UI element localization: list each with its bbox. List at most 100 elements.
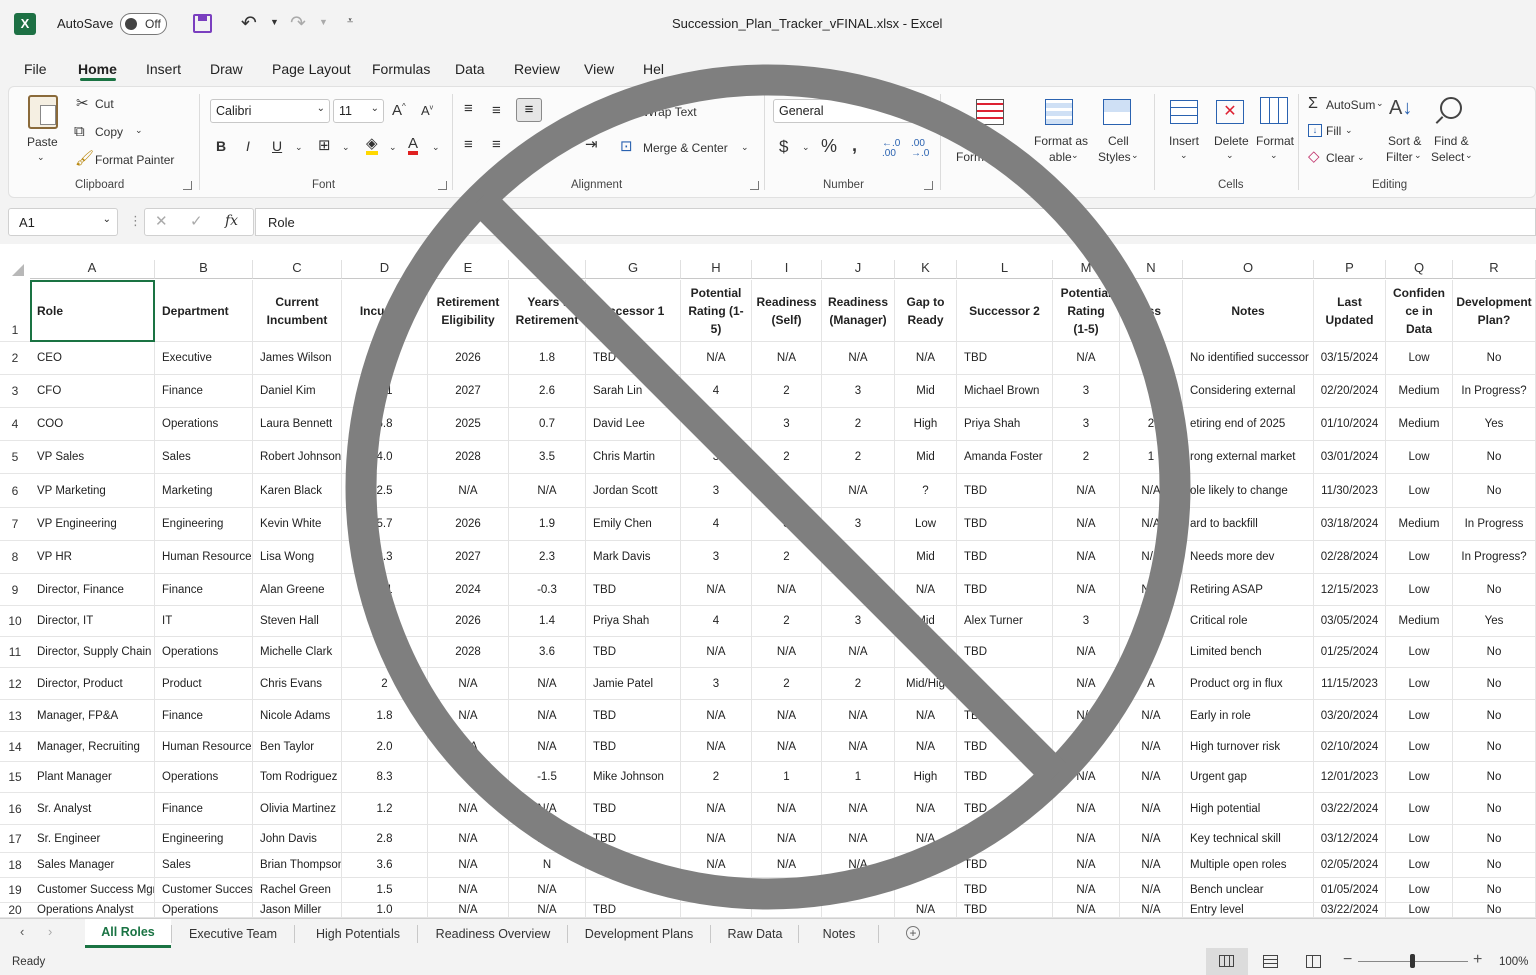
align-bottom-icon[interactable]: ≡ bbox=[516, 98, 542, 122]
table-cell[interactable]: Low bbox=[1386, 878, 1453, 903]
table-cell[interactable]: N/A bbox=[1053, 474, 1120, 508]
table-cell[interactable]: N/A bbox=[895, 793, 957, 825]
table-cell[interactable]: N/A bbox=[681, 342, 752, 375]
sheet-tab[interactable]: Development Plans bbox=[568, 919, 710, 948]
column-header[interactable]: N bbox=[1120, 260, 1183, 279]
table-cell[interactable]: N/A bbox=[895, 732, 957, 762]
table-cell[interactable]: Jamie Patel bbox=[586, 668, 681, 700]
currency-dropdown-icon[interactable]: ⌄ bbox=[802, 143, 810, 152]
table-cell[interactable]: Customer Success Mgr bbox=[30, 878, 155, 903]
table-cell[interactable]: 2026 bbox=[428, 606, 509, 637]
table-cell[interactable]: Sr. Analyst bbox=[30, 793, 155, 825]
table-cell[interactable]: N/A bbox=[822, 474, 895, 508]
table-cell[interactable]: N/ bbox=[1120, 342, 1183, 375]
copy-icon[interactable]: ⧉ bbox=[74, 124, 85, 139]
autosum-dropdown-icon[interactable]: ⌄ bbox=[1376, 99, 1384, 108]
table-cell[interactable]: N/A bbox=[681, 878, 752, 903]
undo-dropdown-icon[interactable]: ▼ bbox=[270, 18, 279, 27]
table-cell[interactable]: Robert Johnson bbox=[253, 441, 342, 474]
column-header[interactable]: E bbox=[428, 260, 509, 279]
table-cell[interactable]: 03/20/2024 bbox=[1314, 700, 1386, 732]
sort-filter-label-1[interactable]: Sort & bbox=[1388, 134, 1421, 148]
table-cell[interactable]: 1.0 bbox=[342, 903, 428, 918]
cell-styles-label-2[interactable]: Styles bbox=[1098, 150, 1131, 164]
table-cell[interactable]: N/A bbox=[895, 700, 957, 732]
decrease-decimal-icon[interactable]: .00 →.0 bbox=[911, 139, 929, 159]
wrap-text-button[interactable]: Wrap Text bbox=[643, 105, 697, 119]
table-cell[interactable]: 1.4 bbox=[509, 606, 586, 637]
table-cell[interactable]: 2027 bbox=[428, 375, 509, 408]
row-header[interactable]: 2 bbox=[0, 342, 30, 375]
zoom-in-icon[interactable]: + bbox=[1473, 952, 1482, 968]
column-header[interactable]: D bbox=[342, 260, 428, 279]
table-cell[interactable]: CEO bbox=[30, 342, 155, 375]
row-header[interactable]: 17 bbox=[0, 825, 30, 853]
table-cell[interactable]: 3 bbox=[1053, 408, 1120, 441]
table-cell[interactable] bbox=[822, 541, 895, 574]
customize-toolbar-icon[interactable]: ⩡ bbox=[347, 16, 353, 27]
table-cell[interactable]: 4 bbox=[681, 606, 752, 637]
table-cell[interactable]: Operations bbox=[155, 762, 253, 793]
table-cell[interactable]: N/A bbox=[1053, 903, 1120, 918]
add-sheet-icon[interactable]: + bbox=[906, 926, 920, 940]
decrease-font-icon[interactable]: Av bbox=[421, 104, 433, 117]
table-cell[interactable]: 3 bbox=[681, 441, 752, 474]
table-cell[interactable]: 03/22/2024 bbox=[1314, 793, 1386, 825]
column-header[interactable]: L bbox=[957, 260, 1053, 279]
table-cell[interactable]: TBD bbox=[957, 732, 1053, 762]
table-cell[interactable]: 3 bbox=[752, 408, 822, 441]
table-cell[interactable]: ole likely to change bbox=[1183, 474, 1314, 508]
merge-center-icon[interactable]: ⊡ bbox=[620, 139, 633, 154]
format-painter-button[interactable]: Format Painter bbox=[95, 153, 174, 167]
zoom-level[interactable]: 100% bbox=[1499, 956, 1528, 968]
table-cell[interactable]: Sr. Engineer bbox=[30, 825, 155, 853]
table-cell[interactable]: No bbox=[1453, 903, 1536, 918]
table-cell[interactable]: Sales bbox=[155, 853, 253, 878]
table-cell[interactable]: Jordan Scott bbox=[586, 474, 681, 508]
comma-style-icon[interactable]: , bbox=[852, 136, 857, 154]
table-cell[interactable]: Manager, FP&A bbox=[30, 700, 155, 732]
table-cell[interactable]: 2027 bbox=[428, 541, 509, 574]
sheet-tab[interactable]: Readiness Overview bbox=[419, 919, 567, 948]
font-color-dropdown-icon[interactable]: ⌄ bbox=[432, 143, 440, 152]
table-cell[interactable]: 3.5 bbox=[509, 441, 586, 474]
conditional-formatting-label-2[interactable]: Formatti bbox=[956, 150, 1000, 164]
table-cell[interactable]: 3 bbox=[1053, 606, 1120, 637]
header-cell[interactable]: Gap to Ready bbox=[895, 280, 957, 342]
table-cell[interactable]: Executive bbox=[155, 342, 253, 375]
clipboard-launcher-icon[interactable] bbox=[183, 181, 192, 190]
underline-icon[interactable]: U bbox=[272, 139, 282, 153]
table-cell[interactable]: Product org in flux bbox=[1183, 668, 1314, 700]
table-cell[interactable]: Priya Shah bbox=[586, 606, 681, 637]
table-cell[interactable]: N/A bbox=[822, 853, 895, 878]
tab-review[interactable]: Review bbox=[514, 61, 560, 77]
cancel-icon[interactable]: ✕ bbox=[155, 214, 168, 229]
table-cell[interactable]: Michael Brown bbox=[957, 375, 1053, 408]
sheet-tab[interactable]: Notes bbox=[800, 919, 878, 948]
table-cell[interactable]: TBD bbox=[586, 903, 681, 918]
table-cell[interactable] bbox=[957, 668, 1053, 700]
save-icon[interactable] bbox=[193, 14, 212, 33]
header-cell[interactable]: uccessor 1 bbox=[586, 280, 681, 342]
table-cell[interactable]: N/A bbox=[509, 700, 586, 732]
table-cell[interactable]: Low bbox=[1386, 700, 1453, 732]
borders-dropdown-icon[interactable]: ⌄ bbox=[342, 143, 350, 152]
increase-font-icon[interactable]: A^ bbox=[392, 103, 406, 119]
table-cell[interactable]: Finance bbox=[155, 375, 253, 408]
table-cell[interactable]: N/A bbox=[681, 793, 752, 825]
table-cell[interactable]: Low bbox=[1386, 825, 1453, 853]
copy-dropdown-icon[interactable]: ⌄ bbox=[135, 126, 143, 135]
table-cell[interactable]: Engineering bbox=[155, 508, 253, 541]
column-header[interactable]: G bbox=[586, 260, 681, 279]
row-header[interactable]: 20 bbox=[0, 903, 30, 918]
table-cell[interactable]: Low bbox=[895, 508, 957, 541]
table-cell[interactable]: Low bbox=[1386, 342, 1453, 375]
table-cell[interactable]: etiring end of 2025 bbox=[1183, 408, 1314, 441]
table-cell[interactable]: Director, IT bbox=[30, 606, 155, 637]
font-size-dropdown[interactable]: 11 ⌄ bbox=[333, 99, 384, 123]
table-cell[interactable]: Alex Turner bbox=[957, 606, 1053, 637]
align-left-icon[interactable]: ≡ bbox=[464, 137, 473, 152]
table-cell[interactable]: N bbox=[509, 853, 586, 878]
column-header[interactable]: O bbox=[1183, 260, 1314, 279]
table-cell[interactable] bbox=[895, 878, 957, 903]
